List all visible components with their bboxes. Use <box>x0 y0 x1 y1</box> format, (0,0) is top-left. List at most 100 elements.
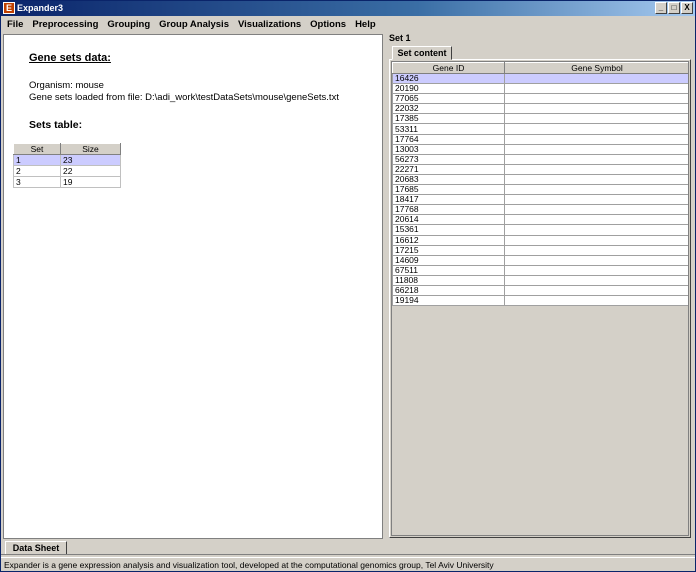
gene-sets-info-panel: Gene sets data: Organism: mouse Gene set… <box>3 34 383 539</box>
gene-id-cell[interactable]: 17764 <box>392 133 505 145</box>
gene-symbol-cell[interactable] <box>504 214 688 226</box>
set-cell[interactable]: 3 <box>12 176 62 188</box>
gene-symbol-cell[interactable] <box>504 173 688 186</box>
gene-symbol-cell[interactable] <box>504 123 688 135</box>
table-row[interactable]: 77065 <box>392 93 688 105</box>
tab-set-content[interactable]: Set content <box>392 46 452 60</box>
gene-symbol-cell[interactable] <box>504 234 688 246</box>
gene-id-cell[interactable]: 56273 <box>392 153 505 165</box>
gene-symbol-cell[interactable] <box>504 133 688 145</box>
gene-id-cell[interactable]: 16426 <box>392 72 505 85</box>
gene-id-cell[interactable]: 53311 <box>392 123 505 135</box>
table-row[interactable]: 13003 <box>392 143 688 155</box>
gene-symbol-cell[interactable] <box>504 72 688 85</box>
gene-id-cell[interactable]: 16612 <box>392 234 505 246</box>
column-header-gene-symbol[interactable]: Gene Symbol <box>504 62 688 74</box>
gene-symbol-cell[interactable] <box>504 264 688 276</box>
table-row[interactable]: 67511 <box>392 264 688 276</box>
gene-symbol-cell[interactable] <box>504 274 688 286</box>
table-row[interactable]: 53311 <box>392 123 688 135</box>
menu-preprocessing[interactable]: Preprocessing <box>32 19 98 30</box>
gene-id-cell[interactable]: 15361 <box>392 224 505 236</box>
gene-id-cell[interactable]: 19194 <box>392 295 505 307</box>
table-row[interactable]: 20683 <box>392 173 688 186</box>
gene-symbol-cell[interactable] <box>504 153 688 165</box>
gene-id-cell[interactable]: 13003 <box>392 143 505 155</box>
table-row[interactable]: 17764 <box>392 133 688 145</box>
table-row[interactable]: 3 19 <box>12 176 121 188</box>
set-cell[interactable]: 1 <box>12 154 62 166</box>
table-row[interactable]: 22032 <box>392 103 688 115</box>
gene-symbol-cell[interactable] <box>504 113 688 125</box>
gene-id-cell[interactable]: 77065 <box>392 93 505 105</box>
app-icon[interactable]: E <box>3 2 15 14</box>
menu-help[interactable]: Help <box>355 19 376 30</box>
menu-visualizations[interactable]: Visualizations <box>238 19 301 30</box>
title-bar[interactable]: E Expander3 _ □ X <box>1 1 695 16</box>
gene-id-cell[interactable]: 67511 <box>392 264 505 276</box>
size-cell[interactable]: 19 <box>60 176 121 188</box>
gene-id-cell[interactable]: 20190 <box>392 83 505 95</box>
window-title: Expander3 <box>17 3 64 13</box>
gene-id-cell[interactable]: 20614 <box>392 214 505 226</box>
gene-symbol-cell[interactable] <box>504 103 688 115</box>
gene-symbol-cell[interactable] <box>504 254 688 266</box>
gene-id-cell[interactable]: 11808 <box>392 274 505 286</box>
table-row[interactable]: 15361 <box>392 224 688 236</box>
table-row[interactable]: 20614 <box>392 214 688 226</box>
table-row[interactable]: 11808 <box>392 274 688 286</box>
size-cell[interactable]: 23 <box>60 154 121 166</box>
table-row[interactable]: 1 23 <box>12 154 121 166</box>
minimize-button[interactable]: _ <box>655 2 667 14</box>
column-header-gene-id[interactable]: Gene ID <box>392 62 505 74</box>
table-row[interactable]: 22271 <box>392 163 688 175</box>
table-row[interactable]: 20190 <box>392 83 688 95</box>
gene-symbol-cell[interactable] <box>504 163 688 175</box>
gene-symbol-cell[interactable] <box>504 295 688 307</box>
gene-symbol-cell[interactable] <box>504 204 688 216</box>
table-row[interactable]: 17768 <box>392 204 688 216</box>
gene-table-viewport: Gene ID Gene Symbol 16426 20190 77065 22032… <box>391 61 689 536</box>
table-row[interactable]: 16612 <box>392 234 688 246</box>
table-row[interactable]: 17685 <box>392 184 688 196</box>
maximize-button[interactable]: □ <box>668 2 680 14</box>
gene-id-cell[interactable]: 22032 <box>392 103 505 115</box>
gene-symbol-cell[interactable] <box>504 93 688 105</box>
menu-group-analysis[interactable]: Group Analysis <box>159 19 229 30</box>
gene-id-cell[interactable]: 17215 <box>392 244 505 256</box>
table-row[interactable]: 17215 <box>392 244 688 256</box>
size-cell[interactable]: 22 <box>60 165 121 177</box>
table-row[interactable]: 56273 <box>392 153 688 165</box>
gene-id-cell[interactable]: 17385 <box>392 113 505 125</box>
table-row[interactable]: 18417 <box>392 194 688 206</box>
menu-options[interactable]: Options <box>310 19 346 30</box>
gene-id-cell[interactable]: 14609 <box>392 254 505 266</box>
gene-symbol-cell[interactable] <box>504 284 688 297</box>
set-cell[interactable]: 2 <box>12 165 62 177</box>
table-row[interactable]: 17385 <box>392 113 688 125</box>
table-row[interactable]: 14609 <box>392 254 688 266</box>
gene-id-cell[interactable]: 18417 <box>392 194 505 206</box>
column-header-set[interactable]: Set <box>12 143 62 155</box>
menu-grouping[interactable]: Grouping <box>107 19 150 30</box>
gene-symbol-cell[interactable] <box>504 184 688 196</box>
menu-file[interactable]: File <box>7 19 23 30</box>
gene-symbol-cell[interactable] <box>504 244 688 256</box>
gene-symbol-cell[interactable] <box>504 143 688 155</box>
gene-id-cell[interactable]: 17768 <box>392 204 505 216</box>
tab-data-sheet[interactable]: Data Sheet <box>5 541 67 555</box>
table-row[interactable]: 2 22 <box>12 165 121 177</box>
gene-id-cell[interactable]: 20683 <box>392 173 505 186</box>
table-row[interactable]: 16426 <box>392 72 688 85</box>
gene-id-cell[interactable]: 66218 <box>392 284 505 297</box>
gene-symbol-cell[interactable] <box>504 83 688 95</box>
gene-id-cell[interactable]: 22271 <box>392 163 505 175</box>
table-row[interactable]: 66218 <box>392 284 688 297</box>
gene-symbol-cell[interactable] <box>504 194 688 206</box>
close-button[interactable]: X <box>681 2 693 14</box>
gene-id-cell[interactable]: 17685 <box>392 184 505 196</box>
column-header-size[interactable]: Size <box>60 143 121 155</box>
gene-symbol-cell[interactable] <box>504 224 688 236</box>
table-row[interactable]: 19194 <box>392 295 688 307</box>
set-title: Set 1 <box>389 33 411 43</box>
